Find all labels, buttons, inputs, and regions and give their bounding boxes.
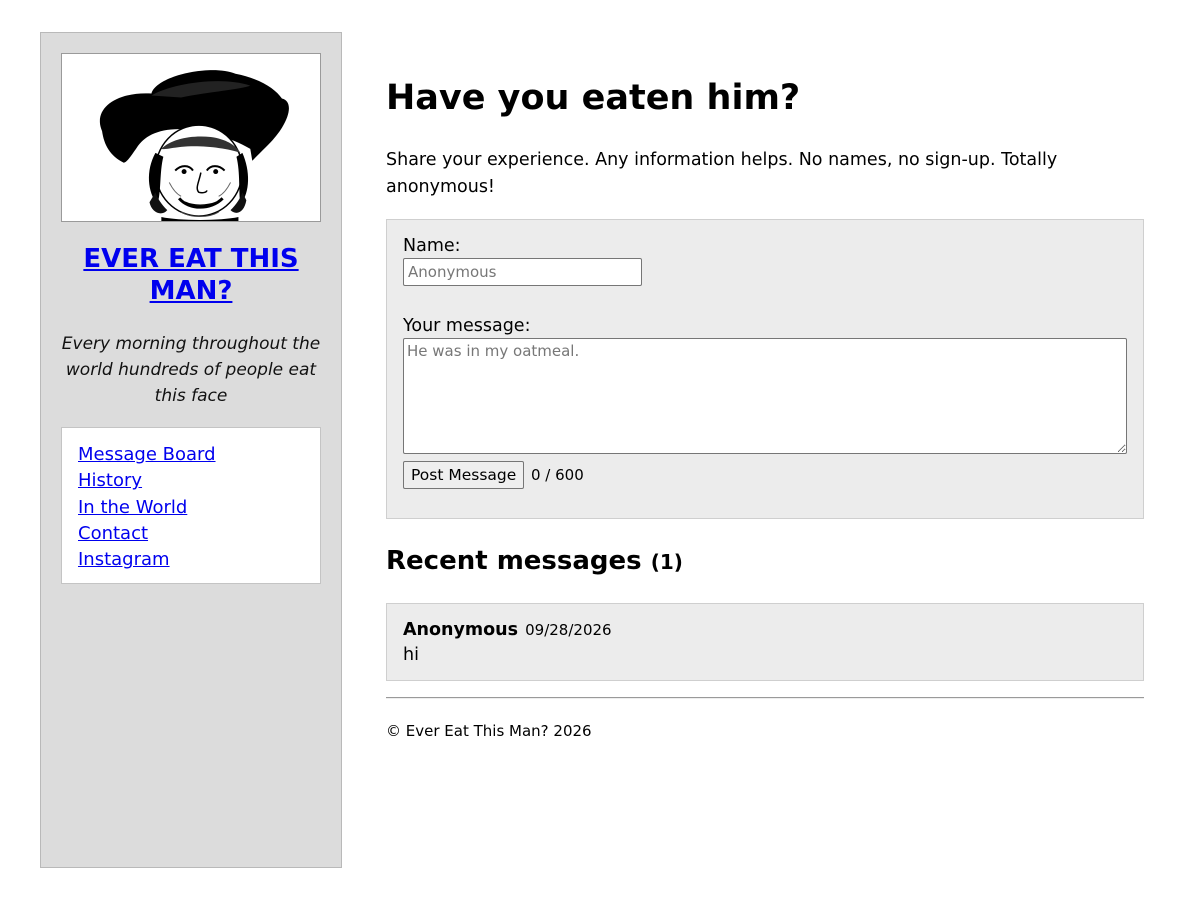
- nav-link-instagram[interactable]: Instagram: [78, 547, 304, 573]
- name-input[interactable]: [403, 258, 642, 286]
- message-item: Anonymous 09/28/2026 hi: [386, 603, 1144, 681]
- message-label: Your message:: [403, 316, 531, 336]
- nav-link-history[interactable]: History: [78, 468, 304, 494]
- nav-link-in-the-world[interactable]: In the World: [78, 495, 304, 521]
- char-counter: 0 / 600: [531, 466, 584, 484]
- message-author: Anonymous: [403, 620, 519, 640]
- site-title-link[interactable]: EVER EAT THIS MAN?: [61, 243, 321, 307]
- recent-count: (1): [650, 550, 683, 574]
- message-date: 09/28/2026: [525, 621, 612, 639]
- message-text: hi: [403, 645, 419, 665]
- name-label: Name:: [403, 236, 461, 256]
- recent-heading-text: Recent messages: [386, 546, 642, 576]
- nav-link-message-board[interactable]: Message Board: [78, 442, 304, 468]
- nav-link-contact[interactable]: Contact: [78, 521, 304, 547]
- message-textarea[interactable]: [403, 338, 1127, 454]
- intro-text: Share your experience. Any information h…: [386, 150, 1058, 197]
- post-message-button[interactable]: Post Message: [403, 461, 525, 489]
- page: EVER EAT THIS MAN? Every morning through…: [0, 0, 1200, 900]
- sidebar: EVER EAT THIS MAN? Every morning through…: [40, 32, 342, 868]
- page-title: Have you eaten him?: [386, 78, 801, 118]
- sidebar-nav: Message Board History In the World Conta…: [61, 427, 321, 584]
- tagline: Every morning throughout the world hundr…: [61, 334, 321, 406]
- footer-divider: [386, 697, 1144, 699]
- message-form: Name: Your message: Post Message 0 / 600: [386, 219, 1144, 519]
- portrait-image: [61, 53, 321, 222]
- message-header: Anonymous 09/28/2026: [403, 618, 1127, 642]
- footer-text: © Ever Eat This Man? 2026: [386, 722, 592, 740]
- recent-messages-heading: Recent messages (1): [386, 543, 683, 580]
